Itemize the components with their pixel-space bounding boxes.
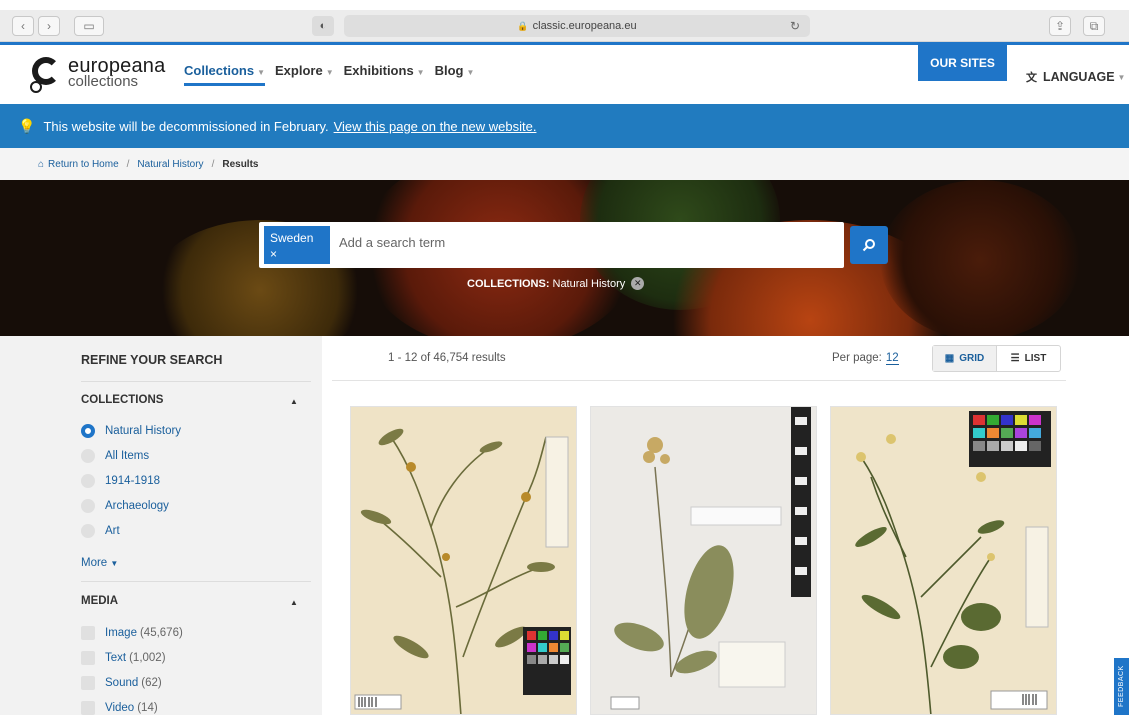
banner-text: This website will be decommissioned in F…: [43, 118, 329, 134]
results-count: 1 - 12 of 46,754 results: [388, 352, 506, 364]
collection-filter-chip: COLLECTIONS: Natural History ✕: [467, 277, 645, 290]
browser-nav-buttons: ‹ › ▭: [12, 16, 108, 36]
collection-option-archaeology[interactable]: Archaeology: [81, 499, 169, 513]
collections-facet-title: COLLECTIONS: [81, 394, 164, 406]
checkbox[interactable]: [81, 651, 95, 665]
breadcrumb-current: Results: [222, 158, 259, 170]
nav-collections[interactable]: Collections ▼: [184, 63, 265, 86]
logo-line1: europeana: [68, 55, 166, 77]
shield-icon: ◐: [319, 20, 327, 32]
close-icon[interactable]: ✕: [631, 277, 645, 290]
back-button[interactable]: ‹: [12, 16, 34, 36]
radio[interactable]: [81, 474, 95, 488]
caret-down-icon: ▼: [325, 68, 334, 77]
breadcrumb-home[interactable]: Return to Home: [48, 159, 119, 170]
tabs-icon: ⧉: [1089, 18, 1099, 33]
logo-text: europeana collections: [68, 55, 166, 89]
specimen-image: [351, 407, 576, 714]
search-box: Sweden ×: [259, 222, 844, 268]
per-page-selector[interactable]: Per page: 12: [832, 352, 899, 365]
search-tag-close[interactable]: ×: [270, 246, 324, 262]
radio[interactable]: [81, 499, 95, 513]
collapse-icon[interactable]: ▲: [290, 397, 298, 406]
home-icon: ⌂: [38, 158, 45, 170]
specimen-image: [831, 407, 1056, 714]
browser-right-controls: ⇪ ⧉: [1041, 16, 1109, 36]
url-bar[interactable]: 🔒 classic.europeana.eu ↻: [344, 15, 810, 37]
filter-value: Natural History: [552, 277, 626, 290]
media-facet-title: MEDIA: [81, 595, 119, 607]
checkbox[interactable]: [81, 701, 95, 715]
chevron-left-icon: ‹: [21, 19, 25, 33]
privacy-shield-button[interactable]: ◐: [312, 16, 334, 36]
logo-mark-icon: [30, 55, 64, 93]
collection-option-natural-history[interactable]: Natural History: [81, 424, 181, 438]
radio[interactable]: [81, 449, 95, 463]
sidebar-toggle-button[interactable]: ▭: [74, 16, 104, 36]
media-option-image[interactable]: Image (45,676): [81, 626, 183, 640]
search-icon: [862, 239, 875, 252]
more-collections-link[interactable]: More ▼: [81, 557, 118, 569]
breadcrumb-natural-history[interactable]: Natural History: [137, 159, 203, 170]
feedback-tab[interactable]: FEEDBACK: [1114, 658, 1129, 715]
view-toggle: ▦ GRID ☰ LIST: [932, 345, 1061, 372]
site-header: europeana collections Collections ▼ Explo…: [0, 42, 1129, 104]
caret-down-icon: ▼: [416, 68, 425, 77]
chevron-right-icon: ›: [47, 19, 51, 33]
radio-selected[interactable]: [81, 424, 95, 438]
search-input[interactable]: [339, 235, 829, 250]
breadcrumb: ⌂ Return to Home / Natural History / Res…: [0, 148, 1129, 180]
specimen-image: [591, 407, 816, 714]
language-selector[interactable]: 文 LANGUAGE ▼: [1026, 69, 1125, 85]
decommission-banner: 💡 This website will be decommissioned in…: [0, 104, 1129, 148]
search-tag-label: Sweden: [270, 231, 314, 245]
grid-view-button[interactable]: ▦ GRID: [933, 346, 997, 371]
europeana-logo[interactable]: europeana collections: [30, 55, 165, 93]
media-option-video[interactable]: Video (14): [81, 701, 158, 715]
refine-title: REFINE YOUR SEARCH: [81, 353, 223, 367]
caret-down-icon: ▼: [257, 68, 265, 77]
tabs-button[interactable]: ⧉: [1083, 16, 1105, 36]
browser-chrome: ‹ › ▭ ◐ 🔒 classic.europeana.eu ↻ ⇪ ⧉: [0, 0, 1129, 42]
search-tag-sweden: Sweden ×: [264, 226, 330, 264]
share-button[interactable]: ⇪: [1049, 16, 1071, 36]
forward-button[interactable]: ›: [38, 16, 60, 36]
result-card[interactable]: [590, 406, 817, 715]
per-page-value[interactable]: 12: [885, 352, 899, 365]
checkbox[interactable]: [81, 676, 95, 690]
collection-option-art[interactable]: Art: [81, 524, 120, 538]
nav-explore[interactable]: Explore ▼: [275, 63, 334, 86]
list-icon: ☰: [1010, 353, 1020, 364]
search-button[interactable]: [850, 226, 888, 264]
grid-icon: ▦: [944, 353, 955, 364]
caret-down-icon: ▼: [466, 68, 475, 77]
list-view-button[interactable]: ☰ LIST: [997, 346, 1060, 371]
refine-sidebar: REFINE YOUR SEARCH COLLECTIONS ▲ Natural…: [0, 336, 322, 715]
collection-option-1914-1918[interactable]: 1914-1918: [81, 474, 160, 488]
media-option-sound[interactable]: Sound (62): [81, 676, 162, 690]
lock-icon: 🔒: [517, 20, 529, 31]
nav-blog[interactable]: Blog ▼: [435, 63, 475, 86]
share-icon: ⇪: [1054, 19, 1066, 33]
result-card[interactable]: [830, 406, 1057, 715]
nav-exhibitions[interactable]: Exhibitions ▼: [344, 63, 425, 86]
result-card[interactable]: [350, 406, 577, 715]
caret-down-icon: ▼: [1117, 72, 1126, 82]
url-text: classic.europeana.eu: [532, 20, 637, 32]
main-nav: Collections ▼ Explore ▼ Exhibitions ▼ Blog ▼: [184, 63, 484, 86]
translate-icon: 文: [1026, 72, 1037, 84]
lightbulb-icon: 💡: [18, 117, 36, 134]
checkbox[interactable]: [81, 626, 95, 640]
new-website-link[interactable]: View this page on the new website.: [334, 119, 537, 134]
caret-down-icon: ▼: [110, 559, 119, 568]
reload-icon[interactable]: ↻: [790, 19, 800, 33]
radio[interactable]: [81, 524, 95, 538]
chrome-top-strip: [0, 0, 1129, 10]
collapse-icon[interactable]: ▲: [290, 598, 298, 607]
filter-label: COLLECTIONS:: [467, 277, 550, 290]
sidebar-icon: ▭: [83, 19, 95, 33]
media-option-text[interactable]: Text (1,002): [81, 651, 166, 665]
collection-option-all-items[interactable]: All Items: [81, 449, 149, 463]
our-sites-button[interactable]: OUR SITES: [918, 45, 1007, 81]
